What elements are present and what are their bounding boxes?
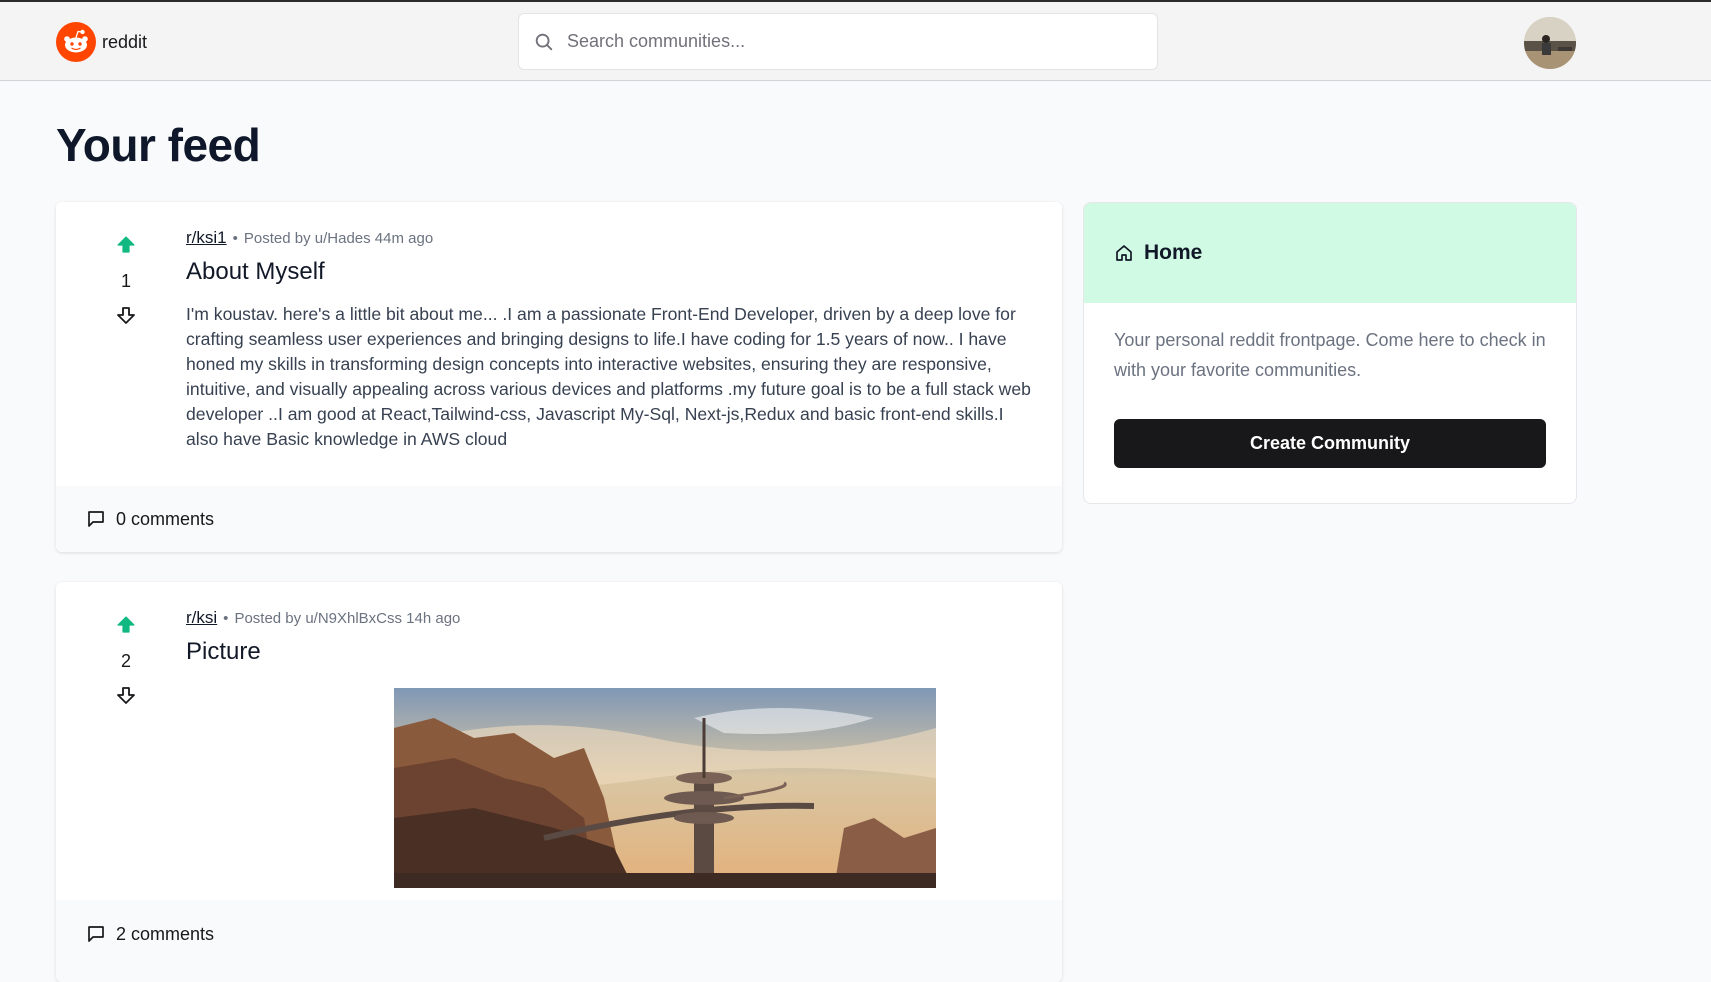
meta-separator: • [223,609,229,627]
logo-text: reddit [102,31,148,52]
message-square-icon [88,511,104,527]
post-content: r/ksi1 • Posted by u/Hades 44m ago About… [186,228,1032,452]
post-card: 2 r/ksi • Posted by u/N9XhlBxCss 14h ago… [56,582,1062,982]
user-avatar[interactable] [1524,17,1576,69]
message-square-icon [88,926,104,942]
reddit-logo-icon [56,22,96,62]
logo-link[interactable]: reddit [56,22,147,62]
avatar-photo-icon [1524,17,1576,69]
post-footer: 0 comments [56,486,1062,552]
posted-by: Posted by u/N9XhlBxCss 14h ago [234,609,461,627]
navbar: reddit [0,2,1711,81]
create-community-button[interactable]: Create Community [1114,419,1546,468]
home-sidebar-card: Home Your personal reddit frontpage. Com… [1083,202,1577,504]
downvote-button[interactable] [113,682,139,708]
upvote-button[interactable] [113,612,139,638]
post-title[interactable]: Picture [186,638,1032,666]
comments-count: 0 comments [116,508,215,529]
search-input[interactable] [567,31,1147,52]
post-content: r/ksi • Posted by u/N9XhlBxCss 14h ago P… [186,608,1032,666]
search-icon [535,33,553,50]
post-card: 1 r/ksi1 • Posted by u/Hades 44m ago Abo… [56,202,1062,552]
post-footer: 2 comments [56,900,1062,982]
posted-by: Posted by u/Hades 44m ago [243,229,434,247]
post-title[interactable]: About Myself [186,258,1032,286]
post-image[interactable] [394,688,936,888]
vote-column: 1 [96,232,156,328]
vote-column: 2 [96,612,156,708]
home-icon [1116,245,1132,261]
downvote-button[interactable] [113,302,139,328]
post-meta: r/ksi1 • Posted by u/Hades 44m ago [186,228,1032,248]
post-text: I'm koustav. here's a little bit about m… [186,304,1031,449]
subreddit-link[interactable]: r/ksi1 [186,228,227,248]
sidebar-header: Home [1084,203,1576,303]
search-bar[interactable] [518,13,1158,70]
fantasy-city-landscape-image [394,688,936,888]
vote-count: 1 [120,271,131,291]
arrow-big-up-icon [117,616,135,633]
vote-count: 2 [120,651,131,671]
sidebar-description: Your personal reddit frontpage. Come her… [1114,330,1546,380]
meta-separator: • [232,229,238,247]
upvote-button[interactable] [113,232,139,258]
comments-button[interactable]: 2 comments [86,924,214,945]
arrow-big-down-icon [117,307,135,324]
page-title: Your feed [56,119,261,171]
arrow-big-down-icon [117,687,135,704]
arrow-big-up-icon [117,236,135,253]
subreddit-link[interactable]: r/ksi [186,608,217,628]
sidebar-title: Home [1144,241,1203,264]
comments-count: 2 comments [116,923,215,944]
post-meta: r/ksi • Posted by u/N9XhlBxCss 14h ago [186,608,1032,628]
comments-button[interactable]: 0 comments [86,509,214,530]
